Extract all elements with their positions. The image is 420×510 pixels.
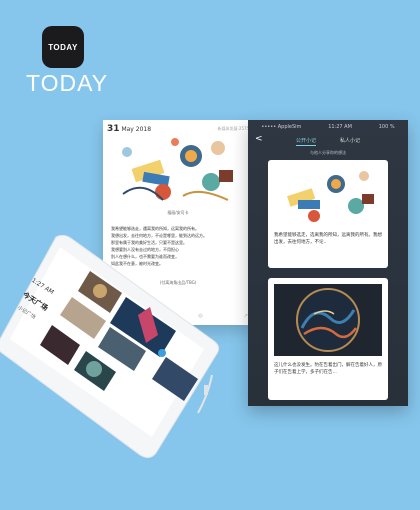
illustration-caption: 插画/安可卡 bbox=[167, 210, 189, 215]
phone-mockup bbox=[0, 235, 220, 459]
screen-subtitle: 与他人分享你的想法 bbox=[310, 150, 346, 155]
date-day: 31 bbox=[107, 124, 120, 134]
note-text: 我希望能够选走，选离我的所知，远离我的所有。我想出发，去往何地方，不论.. bbox=[274, 233, 382, 245]
notes-screen: ••••• AppleSim 11:27 AM 100 % < 公开小记 私人小… bbox=[248, 120, 408, 406]
back-button[interactable]: < bbox=[255, 134, 263, 144]
status-bar: ••••• AppleSim 11:27 AM 100 % bbox=[248, 124, 408, 130]
note-illustration bbox=[274, 166, 382, 228]
brand-wordmark: TODAY bbox=[26, 70, 108, 97]
note-card[interactable]: 这儿什么也没发生。豹在告着出门，解在告着好人，原子们在告着上学，多子们在告... bbox=[268, 278, 388, 400]
app-logo-icon: TODAY bbox=[42, 26, 84, 68]
note-card[interactable]: 我希望能够选走，选离我的所知，远离我的所有。我想出发，去往何地方，不论.. bbox=[268, 160, 388, 268]
app-logo-text: TODAY bbox=[48, 42, 78, 52]
status-time: 11:27 AM bbox=[328, 124, 352, 130]
tab-public-notes[interactable]: 公开小记 bbox=[296, 137, 317, 146]
article-date: 31 May 2018 bbox=[107, 124, 151, 134]
carrier-label: ••••• AppleSim bbox=[261, 124, 302, 130]
illustration-image bbox=[113, 134, 243, 209]
note-text: 这儿什么也没发生。豹在告着出门，解在告着好人，原子们在告着上学，多子们在告... bbox=[274, 363, 382, 375]
tab-private-notes[interactable]: 私人小记 bbox=[340, 137, 360, 144]
body-line: 我希望能够选走，遇离我的所知，远离我的所有。 bbox=[111, 226, 199, 231]
embroidery-image bbox=[274, 284, 382, 356]
battery-label: 100 % bbox=[378, 124, 395, 130]
brand-text: TODAY bbox=[26, 70, 109, 96]
date-month-year: May 2018 bbox=[121, 126, 152, 133]
article-meta: 新媒体发展·2575 bbox=[217, 126, 249, 131]
